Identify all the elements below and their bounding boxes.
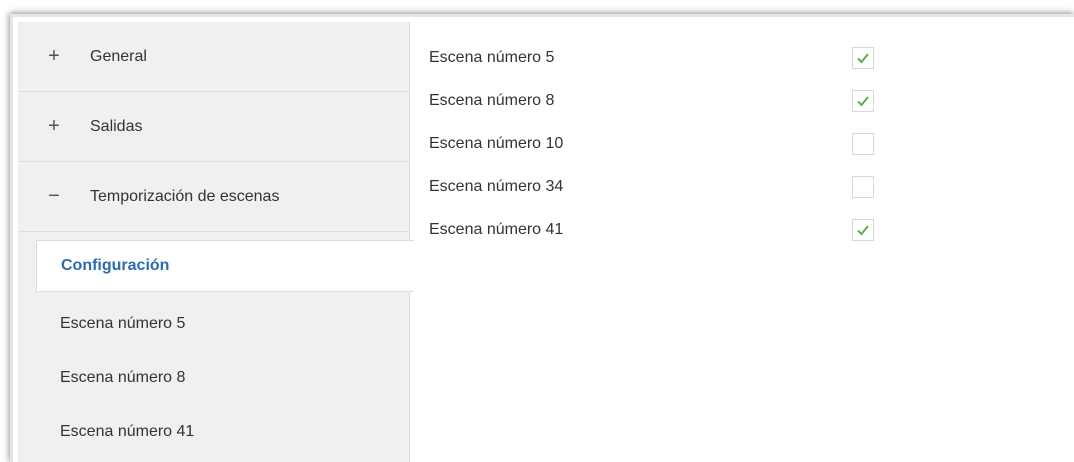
scene-row: Escena número 5 bbox=[429, 38, 889, 78]
check-icon bbox=[857, 225, 869, 236]
scene-row-label: Escena número 34 bbox=[429, 178, 564, 195]
scene-row: Escena número 41 bbox=[429, 210, 889, 250]
scene-8-checkbox[interactable] bbox=[852, 90, 874, 112]
scene-row: Escena número 34 bbox=[429, 167, 889, 207]
sidebar-subitem-label: Escena número 41 bbox=[60, 423, 195, 440]
scene-34-checkbox[interactable] bbox=[852, 176, 874, 198]
sidebar-item-label: General bbox=[90, 47, 147, 65]
sidebar-subitem-escena-8[interactable]: Escena número 8 bbox=[36, 352, 392, 404]
sidebar-subitem-escena-41[interactable]: Escena número 41 bbox=[36, 406, 392, 458]
sidebar-subitem-escena-5[interactable]: Escena número 5 bbox=[36, 298, 392, 350]
sidebar-subitem-label: Escena número 8 bbox=[60, 369, 186, 386]
scene-row: Escena número 8 bbox=[429, 81, 889, 121]
sidebar: + General + Salidas − Temporización de e… bbox=[18, 22, 414, 462]
sidebar-subitem-label: Escena número 5 bbox=[60, 315, 186, 332]
scene-10-checkbox[interactable] bbox=[852, 133, 874, 155]
sidebar-item-temporizacion[interactable]: − Temporización de escenas bbox=[18, 162, 410, 232]
scene-row: Escena número 10 bbox=[429, 124, 889, 164]
scene-41-checkbox[interactable] bbox=[852, 219, 874, 241]
check-icon bbox=[857, 53, 869, 64]
scene-row-label: Escena número 10 bbox=[429, 135, 564, 152]
sidebar-subitem-configuracion[interactable]: Configuración bbox=[36, 240, 414, 292]
scene-5-checkbox[interactable] bbox=[852, 47, 874, 69]
expand-icon: + bbox=[48, 115, 60, 137]
sidebar-item-salidas[interactable]: + Salidas bbox=[18, 92, 410, 162]
check-icon bbox=[857, 96, 869, 107]
scene-row-label: Escena número 5 bbox=[429, 49, 555, 66]
scene-row-label: Escena número 41 bbox=[429, 221, 564, 238]
sidebar-subitem-label: Configuración bbox=[61, 257, 170, 274]
expand-icon: + bbox=[48, 45, 60, 67]
scene-row-label: Escena número 8 bbox=[429, 92, 555, 109]
sidebar-item-general[interactable]: + General bbox=[18, 22, 410, 92]
sidebar-item-label: Temporización de escenas bbox=[90, 187, 280, 205]
sidebar-item-label: Salidas bbox=[90, 117, 143, 135]
collapse-icon: − bbox=[48, 185, 60, 207]
